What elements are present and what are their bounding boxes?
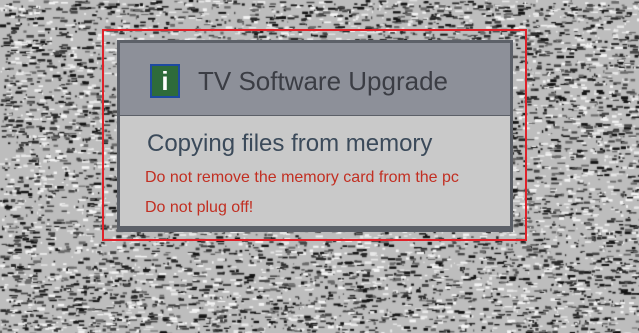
dialog-body: Copying files from memory Do not remove … <box>120 116 510 226</box>
info-icon: i <box>150 64 180 98</box>
dialog-title: TV Software Upgrade <box>198 66 449 96</box>
warning-message: Do not remove the memory card from the p… <box>145 169 459 186</box>
dialog-header: i TV Software Upgrade <box>120 43 510 115</box>
status-message: Copying files from memory <box>147 130 433 157</box>
upgrade-dialog: i TV Software Upgrade Copying files from… <box>117 40 513 232</box>
warning-message: Do not plug off! <box>145 199 254 216</box>
